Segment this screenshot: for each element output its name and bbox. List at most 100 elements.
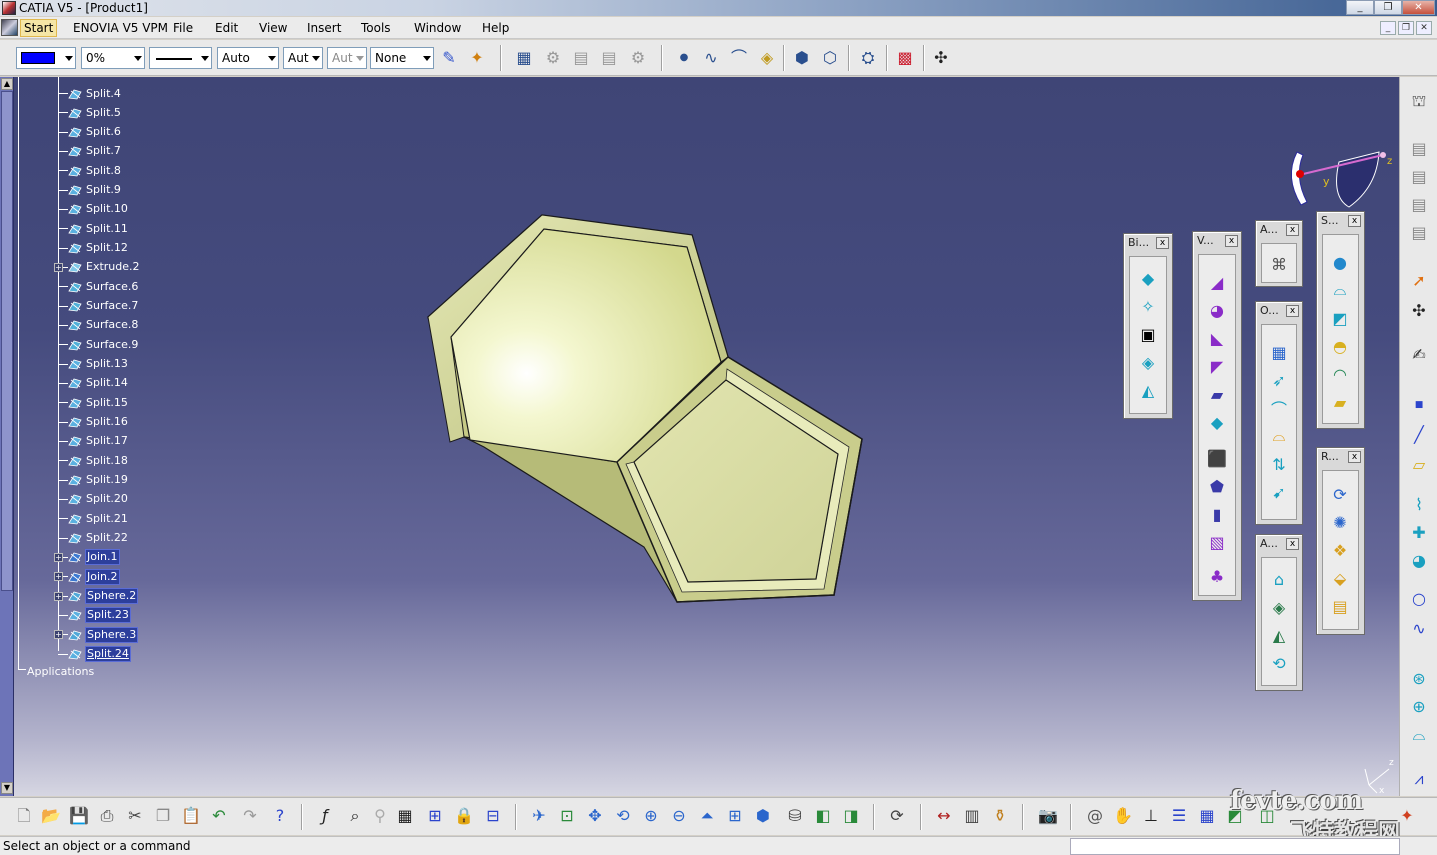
update-all-icon[interactable]: ⟳ — [885, 804, 909, 828]
menu-view[interactable]: View — [256, 20, 290, 36]
extract-icon[interactable]: ✧ — [1135, 293, 1161, 319]
hide-show-icon[interactable]: ◧ — [811, 804, 835, 828]
view-mode-icon[interactable]: ◫ — [1255, 804, 1279, 828]
join-tool-icon[interactable]: ◭ — [1135, 377, 1161, 403]
panel-bi[interactable]: Bi... x ◆ ✧ ▣ ◈ ◭ — [1123, 233, 1173, 419]
split-tool-icon[interactable]: ▦ — [1266, 339, 1292, 365]
surface-tool-icon[interactable]: ⌒ — [727, 46, 751, 70]
command-input[interactable] — [1070, 838, 1400, 855]
doc-tool-4-icon[interactable]: ▤ — [1407, 221, 1431, 245]
scroll-up-icon[interactable]: ▲ — [1, 78, 13, 90]
intersection-icon[interactable]: ✚ — [1407, 521, 1431, 545]
paste-icon[interactable]: ▤ — [597, 46, 621, 70]
point-symbol-combo[interactable]: Aut — [283, 47, 323, 69]
transparency-combo[interactable]: 0% — [81, 47, 145, 69]
close-button[interactable]: ✕ — [1402, 0, 1435, 15]
scroll-thumb[interactable] — [1, 91, 13, 591]
intersect-volume-icon[interactable]: ▮ — [1204, 501, 1230, 527]
wrap-curve-icon[interactable]: ◭ — [1266, 622, 1292, 648]
paste-file-icon[interactable]: 📋 — [179, 804, 203, 828]
doc-tool-2-icon[interactable]: ▤ — [1407, 165, 1431, 189]
panel-r[interactable]: R... x ⟳ ✺ ❖ ⬙ ▤ — [1316, 447, 1365, 635]
multi-section-volume-icon[interactable]: ◣ — [1204, 325, 1230, 351]
close-icon[interactable]: x — [1286, 224, 1299, 236]
line-tool-icon[interactable]: ╱ — [1407, 423, 1431, 447]
shell-icon[interactable]: ▧ — [1204, 529, 1230, 555]
multi-section-surface-icon[interactable]: ◓ — [1327, 333, 1353, 359]
boundary-icon[interactable]: ◆ — [1135, 265, 1161, 291]
document-icon[interactable] — [1, 19, 18, 36]
update-icon[interactable]: ⚙ — [541, 46, 565, 70]
menu-help[interactable]: Help — [479, 20, 512, 36]
bump-icon[interactable]: ◈ — [1266, 594, 1292, 620]
cut-icon[interactable]: ✂ — [123, 804, 147, 828]
rotate-icon[interactable]: ⟲ — [611, 804, 635, 828]
hand-icon[interactable]: ✋ — [1111, 804, 1135, 828]
duplicate-icon[interactable]: ❖ — [1327, 537, 1353, 563]
connect-curve-icon[interactable]: ⌓ — [1407, 723, 1431, 747]
measure-tool-icon[interactable]: ⊟ — [481, 804, 505, 828]
close-icon[interactable]: x — [1156, 237, 1169, 249]
doc-tool-3-icon[interactable]: ▤ — [1407, 193, 1431, 217]
assembly-icon[interactable]: ⛭ — [856, 46, 880, 70]
advanced-surface-icon[interactable]: ⌂ — [1266, 566, 1292, 592]
volume-shape-icon[interactable]: ♣ — [1204, 563, 1230, 589]
redo-icon[interactable]: ↷ — [238, 804, 262, 828]
point-icon[interactable]: ● — [672, 46, 696, 70]
painter-icon[interactable]: ✎ — [437, 46, 461, 70]
properties-brush-icon[interactable]: ✦ — [465, 46, 489, 70]
measure-item-icon[interactable]: ▥ — [960, 804, 984, 828]
point-tool-icon[interactable]: ■ — [1407, 393, 1431, 417]
camera-icon[interactable]: 📷 — [1036, 804, 1060, 828]
compass-snap-icon[interactable]: ✣ — [1407, 299, 1431, 323]
circular-pattern-icon[interactable]: ✺ — [1327, 509, 1353, 535]
normal-view-icon[interactable]: ⏶ — [695, 804, 719, 828]
menu-start[interactable]: Start — [20, 19, 58, 37]
save-icon[interactable]: 💾 — [67, 804, 91, 828]
workbench-icon[interactable]: ⛫ — [1407, 89, 1431, 113]
spiral-icon[interactable]: @ — [1083, 804, 1107, 828]
panel-v[interactable]: V... x ◢ ◕ ◣ ◤ ▰ ◆ ⬛ ⬟ ▮ ▧ ♣ — [1192, 231, 1242, 601]
menu-tools[interactable]: Tools — [358, 20, 394, 36]
trim-icon[interactable]: ➶ — [1266, 367, 1292, 393]
repetition-icon[interactable]: ⟳ — [1327, 481, 1353, 507]
zoom-out-icon[interactable]: ⊖ — [667, 804, 691, 828]
thickness-combo[interactable]: Auto — [217, 47, 279, 69]
table-icon[interactable]: ▦ — [512, 46, 536, 70]
geometrical-set-icon[interactable]: ⬡ — [818, 46, 842, 70]
spline-icon[interactable]: ∿ — [699, 46, 723, 70]
measure-inertia-icon[interactable]: ⚱ — [988, 804, 1012, 828]
open-folder-icon[interactable]: 📂 — [39, 804, 63, 828]
volume-extrude-icon[interactable]: ◢ — [1204, 269, 1230, 295]
menu-edit[interactable]: Edit — [212, 20, 241, 36]
formula-icon[interactable]: ƒ — [313, 804, 337, 828]
multiple-extract-icon[interactable]: ◈ — [1135, 349, 1161, 375]
sphere-tool-icon[interactable]: ● — [1327, 249, 1353, 275]
wrap-surface-icon[interactable]: ⟲ — [1266, 650, 1292, 676]
doc-tool-icon[interactable]: ▤ — [1407, 137, 1431, 161]
spline-tool-icon[interactable]: ∿ — [1407, 617, 1431, 641]
close-icon[interactable]: x — [1348, 215, 1361, 227]
panel-a2[interactable]: A... x ⌂ ◈ ◭ ⟲ — [1255, 534, 1303, 691]
swap-space-icon[interactable]: ◨ — [839, 804, 863, 828]
panel-o[interactable]: O... x ▦ ➶ ⌒ ⌓ ⇅ ➹ — [1255, 301, 1303, 525]
fillet-icon[interactable]: ⌓ — [1266, 423, 1292, 449]
tree-scrollbar[interactable]: ▲ ▼ — [0, 77, 14, 796]
knowledge-advisor-icon[interactable]: ⌕ — [343, 804, 367, 828]
parallel-curve-icon[interactable]: ◕ — [1407, 549, 1431, 573]
extrude-surface-icon[interactable]: ◩ — [1327, 305, 1353, 331]
menu-insert[interactable]: Insert — [304, 20, 344, 36]
tree-toggle-icon[interactable]: ☰ — [1167, 804, 1191, 828]
menu-file[interactable]: File — [170, 20, 196, 36]
zoom-in-icon[interactable]: ⊕ — [639, 804, 663, 828]
design-table-icon[interactable]: ▦ — [393, 804, 417, 828]
sweep-volume-icon[interactable]: ◤ — [1204, 353, 1230, 379]
snap-icon[interactable]: ✣ — [929, 46, 953, 70]
revolve-surface-icon[interactable]: ⌓ — [1327, 277, 1353, 303]
measure-between-icon[interactable]: ↔ — [932, 804, 956, 828]
offset-icon[interactable]: ⌒ — [1266, 395, 1292, 421]
help-pointer-icon[interactable]: ? — [268, 804, 292, 828]
color-combo[interactable] — [16, 47, 76, 69]
fill-icon[interactable]: ▣ — [1135, 321, 1161, 347]
copy-icon[interactable]: ▤ — [569, 46, 593, 70]
